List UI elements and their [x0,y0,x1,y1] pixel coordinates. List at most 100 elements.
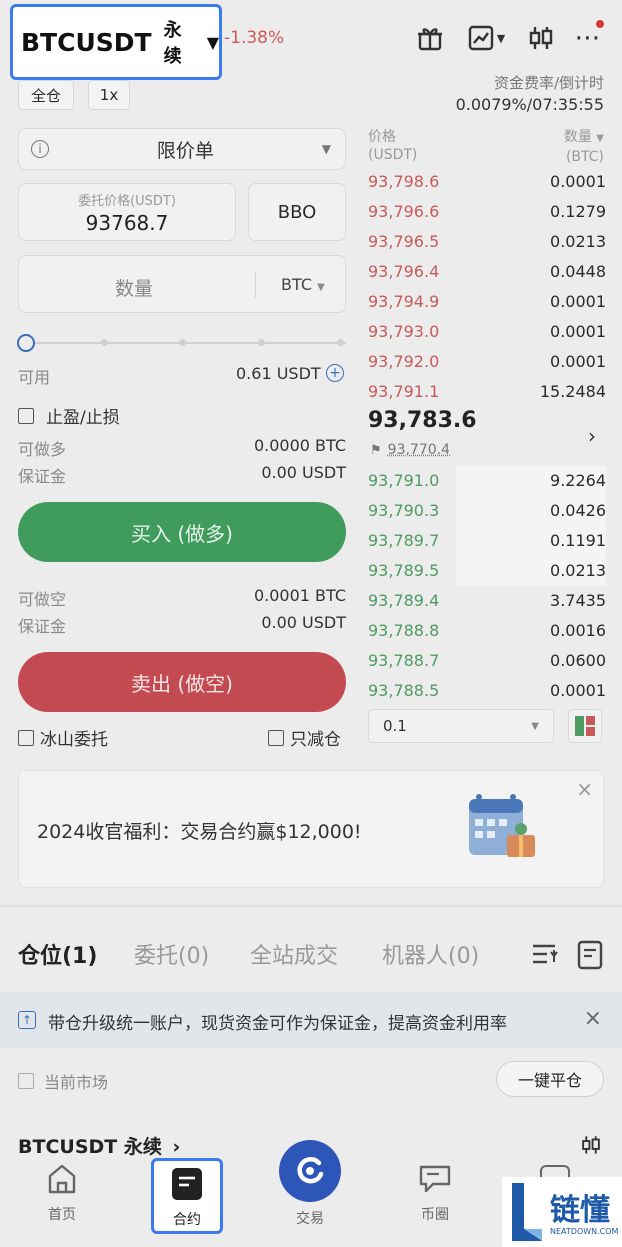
ask-row[interactable]: 93,796.5 0.0213 [368,226,606,256]
quantity-slider-track[interactable] [26,342,346,344]
bid-row[interactable]: 93,791.0 9.2264 [368,465,606,495]
ask-qty: 0.0001 [550,171,606,191]
nav-contract-label: 合约 [173,1212,201,1228]
calendar-illustration-icon [463,791,543,861]
qty-header-unit: (BTC) [565,149,604,165]
promo-banner[interactable]: 2024收官福利：交易合约赢$12,000! × [18,770,604,888]
caret-down-icon: ▼ [206,32,219,52]
checkbox-icon [268,729,284,746]
sell-short-button[interactable]: 卖出 (做空) [18,652,346,712]
ask-row[interactable]: 93,796.4 0.0448 [368,256,606,286]
last-price[interactable]: 93,783.6 [368,408,477,433]
depth-step-select[interactable]: 0.1 ▼ [368,709,554,743]
symbol-selector[interactable]: BTCUSDT 永续 ▼ [10,4,222,80]
ask-row[interactable]: 93,792.0 0.0001 [368,346,606,376]
orderbook-layout-icon[interactable] [568,709,602,743]
nav-contract[interactable]: 合约 [151,1158,223,1234]
order-type-select[interactable]: i 限价单 ▼ [18,128,346,170]
reduce-only-checkbox[interactable]: 只减仓 [268,725,341,750]
price-input[interactable]: 委托价格(USDT) 93768.7 [18,183,236,241]
leverage-button[interactable]: 1x [88,80,130,110]
buy-long-button[interactable]: 买入 (做多) [18,502,346,562]
bid-qty: 0.0600 [550,650,606,670]
quantity-unit-select[interactable]: BTC ▼ [281,275,325,294]
bid-row[interactable]: 93,788.7 0.0600 [368,645,606,675]
bid-qty: 0.1191 [550,530,606,550]
ask-price: 93,796.5 [368,231,440,251]
tab-orders[interactable]: 委托(0) [134,938,209,970]
price-header-unit: (USDT) [368,147,418,163]
chevron-right-icon[interactable]: › [588,424,596,448]
nav-trade[interactable]: 交易 [275,1140,345,1228]
ask-price: 93,796.4 [368,261,440,281]
divider [0,905,622,907]
tab-bots[interactable]: 机器人(0) [382,938,479,970]
upgrade-icon: ↑ [18,1011,36,1029]
current-market-checkbox[interactable]: 当前市场 [18,1069,108,1093]
ask-row[interactable]: 93,798.6 0.0001 [368,166,606,196]
bid-qty: 0.0213 [550,560,606,580]
bid-row[interactable]: 93,789.5 0.0213 [368,555,606,585]
short-margin-value: 0.00 USDT [261,613,346,632]
ask-qty: 0.1279 [550,201,606,221]
candlestick-settings-icon[interactable] [525,22,557,54]
notice-bar[interactable]: ↑ 带仓升级统一账户，现货资金可作为保证金，提高资金利用率 × [0,992,622,1048]
bid-row[interactable]: 93,789.4 3.7435 [368,585,606,615]
ask-qty: 0.0001 [550,321,606,341]
slider-tick [179,339,186,346]
close-notice-icon[interactable]: × [584,1006,602,1031]
bid-row[interactable]: 93,789.7 0.1191 [368,525,606,555]
bid-row[interactable]: 93,790.3 0.0426 [368,495,606,525]
add-funds-icon[interactable]: + [326,364,344,382]
funding-rate-value: 0.0079%/07:35:55 [455,95,604,114]
info-icon[interactable]: i [31,140,49,158]
ask-row[interactable]: 93,796.6 0.1279 [368,196,606,226]
nav-home[interactable]: 首页 [27,1162,97,1224]
long-margin-value: 0.00 USDT [261,463,346,482]
ask-price: 93,798.6 [368,171,440,191]
margin-mode-button[interactable]: 全仓 [18,80,74,110]
watermark-site: NEATDOWN.COM [550,1227,619,1236]
ask-row[interactable]: 93,791.1 15.2484 [368,376,606,406]
checkbox-icon [18,407,34,424]
close-all-button[interactable]: 一键平仓 [496,1061,604,1097]
close-promo-icon[interactable]: × [576,777,593,801]
bid-qty: 9.2264 [550,470,606,490]
contract-type: 永续 [163,20,182,67]
chart-icon[interactable]: ▼ [462,22,510,54]
bid-price: 93,791.0 [368,470,440,490]
funding-rate-label: 资金费率/倒计时 [493,74,604,92]
position-row-symbol[interactable]: BTCUSDT 永续 › [18,1132,180,1159]
candlestick-icon[interactable] [580,1134,602,1160]
available-label: 可用 [18,368,51,387]
nav-feed[interactable]: 币圈 [400,1162,470,1224]
bid-price: 93,788.5 [368,680,440,700]
flag-icon: ⚑ [370,442,382,458]
more-menu-icon[interactable]: ⋯ [572,20,604,54]
gift-icon[interactable] [414,22,446,54]
bbo-button[interactable]: BBO [248,183,346,241]
long-available-value: 0.0000 BTC [253,436,346,455]
orderbook-qty-header[interactable]: 数量 ▼ (BTC) [564,128,604,166]
iceberg-checkbox[interactable]: 冰山委托 [18,725,108,750]
history-document-icon[interactable] [576,940,604,974]
ask-row[interactable]: 93,794.9 0.0001 [368,286,606,316]
bid-qty: 0.0426 [550,500,606,520]
ask-price: 93,792.0 [368,351,440,371]
tab-all-trades[interactable]: 全站成交 [250,938,338,970]
tpsl-checkbox[interactable]: 止盈/止损 [18,403,120,428]
quantity-input[interactable]: 数量 BTC ▼ [18,255,346,313]
tab-positions[interactable]: 仓位(1) [18,938,97,970]
ask-qty: 0.0448 [550,261,606,281]
filter-icon[interactable] [530,940,558,972]
quantity-slider-handle[interactable] [17,334,35,352]
bid-price: 93,790.3 [368,500,440,520]
mark-price-value: 93,770.4 [387,442,450,458]
quantity-unit: BTC [281,275,312,294]
mark-price: ⚑ 93,770.4 [370,442,450,458]
bid-row[interactable]: 93,788.8 0.0016 [368,615,606,645]
price-value: 93768.7 [85,211,169,235]
checkbox-icon [18,729,34,746]
ask-row[interactable]: 93,793.0 0.0001 [368,316,606,346]
bid-row[interactable]: 93,788.5 0.0001 [368,675,606,705]
